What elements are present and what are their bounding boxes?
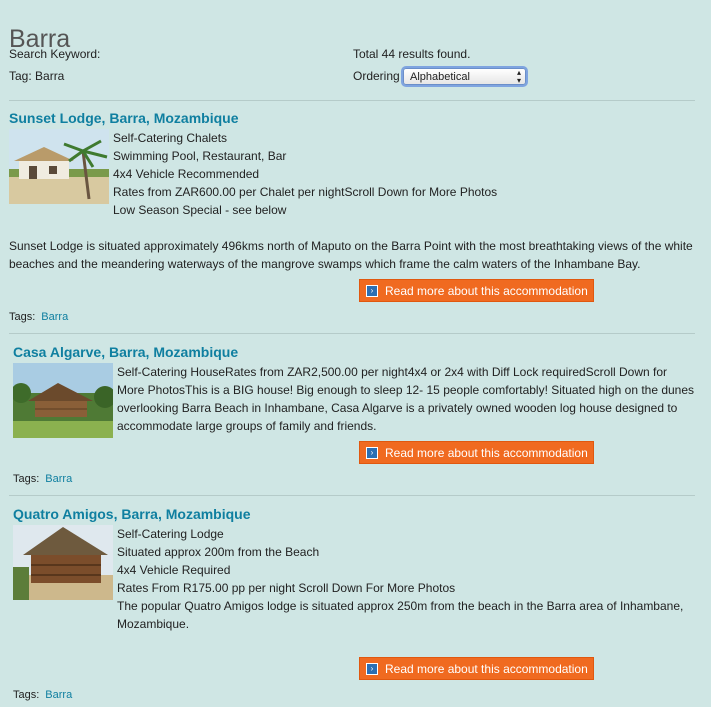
tag-link[interactable]: Barra — [45, 689, 72, 701]
tag-link[interactable]: Barra — [41, 311, 68, 323]
ordering-label: Ordering — [353, 69, 400, 83]
listing-description: Self-Catering HouseRates from ZAR2,500.0… — [117, 365, 695, 433]
listing-detail: Low Season Special - see below — [113, 203, 287, 217]
read-more-label: Read more about this accommodation — [385, 445, 588, 460]
listing-thumbnail[interactable] — [13, 363, 113, 438]
listing-thumbnail[interactable] — [9, 129, 109, 204]
listing-title-link[interactable]: Quatro Amigos, Barra, Mozambique — [13, 506, 251, 522]
listing-detail: Situated approx 200m from the Beach — [117, 545, 320, 559]
divider — [9, 495, 695, 496]
tags-row: Tags: Barra — [9, 311, 68, 323]
arrow-right-icon: › — [366, 284, 378, 297]
select-arrows-icon: ▴ ▾ — [516, 68, 521, 85]
tags-row: Tags: Barra — [13, 689, 72, 701]
listing-detail: Rates from ZAR600.00 per Chalet per nigh… — [113, 185, 498, 199]
tags-label: Tags: — [13, 473, 40, 485]
listing-detail: Self-Catering Lodge — [117, 527, 224, 541]
listing-title-link[interactable]: Sunset Lodge, Barra, Mozambique — [9, 110, 238, 126]
arrow-right-icon: › — [366, 446, 378, 459]
tag-link[interactable]: Barra — [45, 473, 72, 485]
tag-filter-label: Tag: Barra — [9, 69, 65, 83]
divider — [9, 333, 695, 334]
listing-thumbnail[interactable] — [13, 525, 113, 600]
listing-description: The popular Quatro Amigos lodge is situa… — [117, 599, 684, 631]
ordering-select-value: Alphabetical — [410, 71, 470, 83]
tags-label: Tags: — [13, 689, 40, 701]
listing-detail: 4x4 Vehicle Required — [117, 563, 231, 577]
divider — [9, 100, 695, 101]
listing-detail: Self-Catering Chalets — [113, 131, 228, 145]
read-more-label: Read more about this accommodation — [385, 661, 588, 676]
ordering-select[interactable]: Alphabetical ▴ ▾ — [403, 68, 526, 85]
listing-detail: Rates From R175.00 pp per night Scroll D… — [117, 581, 456, 595]
results-count: Total 44 results found. — [353, 47, 471, 61]
tags-label: Tags: — [9, 311, 36, 323]
listing-description: Sunset Lodge is situated approximately 4… — [9, 239, 693, 271]
read-more-button[interactable]: › Read more about this accommodation — [359, 279, 594, 302]
read-more-label: Read more about this accommodation — [385, 283, 588, 298]
arrow-right-icon: › — [366, 662, 378, 675]
tags-row: Tags: Barra — [13, 473, 72, 485]
read-more-button[interactable]: › Read more about this accommodation — [359, 657, 594, 680]
read-more-button[interactable]: › Read more about this accommodation — [359, 441, 594, 464]
listing-detail: 4x4 Vehicle Recommended — [113, 167, 260, 181]
listing-detail: Swimming Pool, Restaurant, Bar — [113, 149, 287, 163]
listing-title-link[interactable]: Casa Algarve, Barra, Mozambique — [13, 344, 238, 360]
search-keyword-label: Search Keyword: — [9, 47, 101, 61]
